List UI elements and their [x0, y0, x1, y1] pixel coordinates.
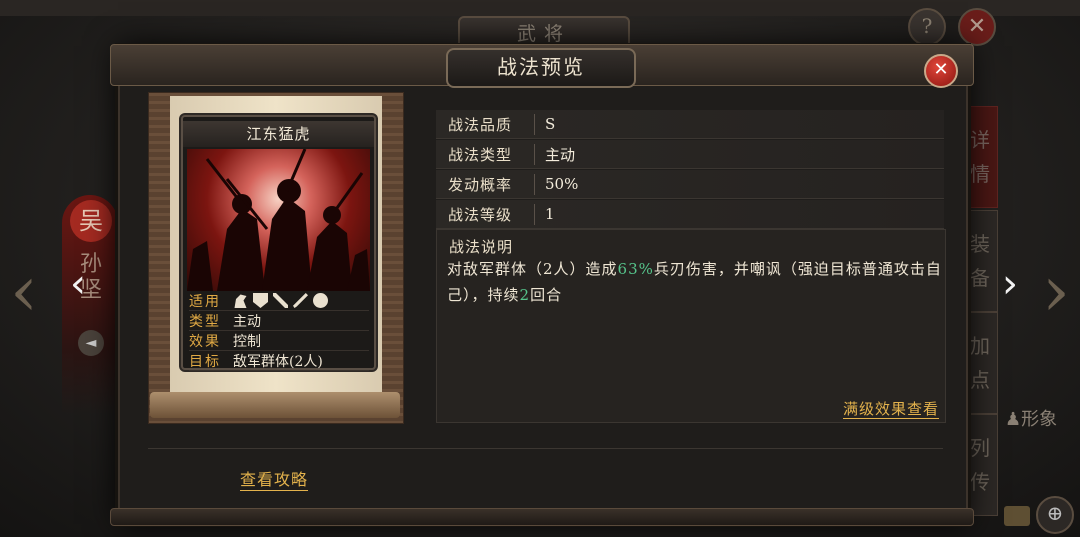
stat-key: 适用	[189, 293, 221, 310]
next-general-arrow-icon[interactable]: ›	[1036, 255, 1076, 331]
tactic-card: 江东猛虎 适用 类型 主动 效果 控制 目标 敌军群体(2人)	[181, 115, 376, 371]
wheel-icon	[313, 293, 328, 308]
prev-general-arrow-icon[interactable]: ‹	[4, 255, 44, 331]
troop-type-icons	[233, 293, 328, 308]
tactic-info: 战法品质 S 战法类型 主动 发动概率 50% 战法等级 1	[436, 110, 944, 230]
info-value: 50%	[545, 175, 579, 193]
stat-value: 敌军群体(2人)	[233, 353, 323, 370]
appearance-label: 形象	[1021, 409, 1058, 430]
stat-row-target: 目标 敌军群体(2人)	[189, 351, 369, 371]
stat-key: 类型	[189, 313, 221, 330]
info-value: 主动	[545, 145, 576, 164]
description-part: 对敌军群体（2人）造成	[447, 260, 618, 278]
faction-badge: 吴	[70, 200, 112, 242]
next-tactic-arrow-icon[interactable]: ›	[998, 262, 1022, 308]
stat-key: 效果	[189, 333, 221, 350]
description-part: 回合	[530, 286, 563, 304]
tactic-stats: 适用 类型 主动 效果 控制 目标 敌军群体(2人)	[189, 291, 369, 371]
tactic-artwork	[187, 149, 370, 291]
spear-icon	[293, 293, 308, 308]
scroll-icon[interactable]	[1004, 506, 1030, 526]
info-value: S	[545, 115, 556, 133]
prev-tactic-arrow-icon[interactable]: ‹	[66, 262, 90, 308]
divider	[148, 448, 943, 449]
shield-icon	[253, 293, 268, 308]
info-label: 战法等级	[436, 203, 535, 225]
appearance-button[interactable]: ♟形象	[1005, 405, 1057, 431]
view-guide-link[interactable]: 查看攻略	[240, 470, 309, 491]
help-icon[interactable]: ?	[908, 8, 946, 46]
modal-footer-frame	[110, 508, 974, 526]
stat-row-type: 类型 主动	[189, 311, 369, 331]
description-title: 战法说明	[449, 238, 514, 256]
stat-key: 目标	[189, 353, 221, 370]
info-row-quality: 战法品质 S	[436, 110, 944, 139]
duration-value: 2	[519, 286, 531, 304]
zoom-icon[interactable]: ⊕	[1036, 496, 1074, 534]
info-label: 发动概率	[436, 173, 535, 195]
stat-row-applicable: 适用	[189, 291, 369, 311]
scroll-rod	[150, 392, 400, 418]
close-window-icon[interactable]: ✕	[958, 8, 996, 46]
horse-icon	[234, 294, 247, 308]
info-row-level: 战法等级 1	[436, 200, 944, 229]
info-row-type: 战法类型 主动	[436, 140, 944, 169]
bow-icon	[273, 293, 288, 308]
info-value: 1	[545, 205, 555, 223]
info-row-trigger-rate: 发动概率 50%	[436, 170, 944, 199]
tactic-description-box: 战法说明 对敌军群体（2人）造成63%兵刃伤害，并嘲讽（强迫目标普通攻击自己），…	[436, 229, 946, 423]
stat-value: 主动	[233, 313, 261, 330]
tactic-name: 江东猛虎	[183, 121, 374, 147]
damage-percent: 63%	[617, 260, 654, 278]
modal-close-button[interactable]: ✕	[924, 54, 958, 88]
voice-icon[interactable]: ◄	[78, 330, 104, 356]
description-text: 对敌军群体（2人）造成63%兵刃伤害，并嘲讽（强迫目标普通攻击自己），持续2回合	[447, 256, 942, 308]
info-label: 战法品质	[436, 113, 535, 135]
modal-title: 战法预览	[446, 48, 636, 88]
info-label: 战法类型	[436, 143, 535, 165]
full-level-effect-link[interactable]: 满级效果查看	[842, 400, 939, 419]
stat-row-effect: 效果 控制	[189, 331, 369, 351]
stat-value: 控制	[233, 333, 261, 350]
